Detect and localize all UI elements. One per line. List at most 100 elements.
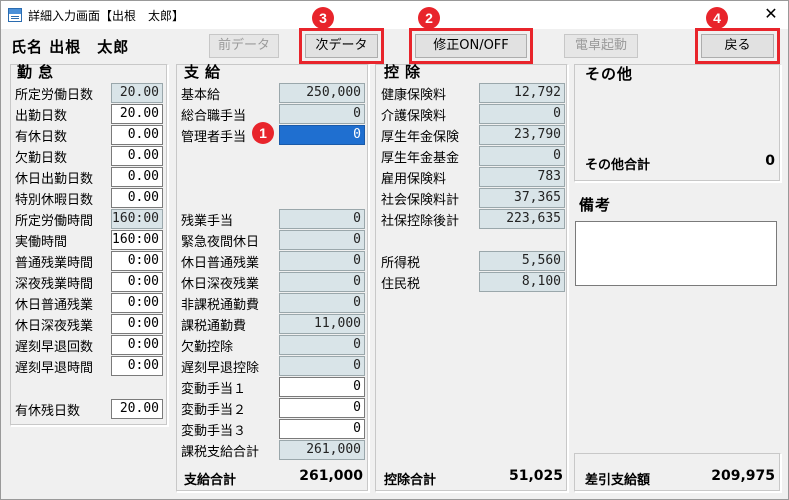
attendance-row-11: 休日深夜残業 0:00 xyxy=(15,314,165,334)
deduction-row-5: 社会保険料計 37,365 xyxy=(381,188,565,208)
attendance-row-0-label: 所定労働日数 xyxy=(15,88,94,103)
attendance-row-0-field[interactable]: 20.00 xyxy=(111,83,163,103)
close-button[interactable]: ✕ xyxy=(762,4,780,24)
attendance-row-6-field[interactable]: 160:00 xyxy=(111,209,163,229)
payment-bottom-row-0-label: 残業手当 xyxy=(181,214,234,229)
attendance-row-7-field[interactable]: 160:00 xyxy=(111,230,163,250)
net-pay-label: 差引支給額 xyxy=(585,473,651,488)
attendance-row-6: 所定労働時間 160:00 xyxy=(15,209,165,229)
deduction-row-2-field[interactable]: 23,790 xyxy=(479,125,565,145)
paid-leave-remaining-field[interactable]: 20.00 xyxy=(111,399,163,419)
attendance-row-5-field[interactable]: 0.00 xyxy=(111,188,163,208)
employee-name: 氏名 出根 太郎 xyxy=(11,38,130,56)
remarks-textarea[interactable] xyxy=(575,221,777,286)
attendance-row-9: 深夜残業時間 0:00 xyxy=(15,272,165,292)
attendance-row-4-field[interactable]: 0.00 xyxy=(111,167,163,187)
tax-row-1: 住民税 8,100 xyxy=(381,272,565,292)
payment-bottom-row-1-label: 緊急夜間休日 xyxy=(181,235,260,250)
deduction-row-4: 雇用保険料 783 xyxy=(381,167,565,187)
attendance-row-13: 遅刻早退時間 0:00 xyxy=(15,356,165,376)
other-total-label: その他合計 xyxy=(585,158,651,173)
payment-top-row-0-label: 基本給 xyxy=(181,88,221,103)
deduction-row-6-label: 社保控除後計 xyxy=(381,214,460,229)
payments-total-value: 261,000 xyxy=(299,468,363,484)
deduction-row-1-field[interactable]: 0 xyxy=(479,104,565,124)
deduction-row-4-field[interactable]: 783 xyxy=(479,167,565,187)
payment-bottom-row-6-field[interactable]: 0 xyxy=(279,335,365,355)
net-pay-value: 209,975 xyxy=(711,468,775,484)
payment-bottom-row-3-label: 休日深夜残業 xyxy=(181,277,260,292)
payment-top-row-1-field[interactable]: 0 xyxy=(279,104,365,124)
payment-bottom-row-3-field[interactable]: 0 xyxy=(279,272,365,292)
attendance-row-1-field[interactable]: 20.00 xyxy=(111,104,163,124)
deduction-row-0-field[interactable]: 12,792 xyxy=(479,83,565,103)
payment-bottom-row-9: 変動手当２ 0 xyxy=(181,398,365,418)
highlight-back xyxy=(695,28,780,64)
payment-bottom-row-4-field[interactable]: 0 xyxy=(279,293,365,313)
deduction-row-2-label: 厚生年金保険 xyxy=(381,130,460,145)
payment-bottom-row-11-field[interactable]: 261,000 xyxy=(279,440,365,460)
attendance-row-2-field[interactable]: 0.00 xyxy=(111,125,163,145)
tax-row-1-field[interactable]: 8,100 xyxy=(479,272,565,292)
remarks-title: 備考 xyxy=(579,196,612,214)
payment-bottom-row-0-field[interactable]: 0 xyxy=(279,209,365,229)
payment-bottom-row-11: 課税支給合計 261,000 xyxy=(181,440,365,460)
payment-bottom-row-7: 遅刻早退控除 0 xyxy=(181,356,365,376)
attendance-row-10: 休日普通残業 0:00 xyxy=(15,293,165,313)
attendance-row-3: 欠勤日数 0.00 xyxy=(15,146,165,166)
attendance-row-12-field[interactable]: 0:00 xyxy=(111,335,163,355)
deduction-row-1-label: 介護保険料 xyxy=(381,109,447,124)
other-total-value: 0 xyxy=(765,153,775,169)
title-bar: 詳細入力画面【出根 太郎】 ✕ xyxy=(1,1,788,29)
tax-row-0-field[interactable]: 5,560 xyxy=(479,251,565,271)
calculator-button[interactable]: 電卓起動 xyxy=(564,34,638,58)
payment-bottom-row-9-field[interactable]: 0 xyxy=(279,398,365,418)
deduction-row-3: 厚生年金基金 0 xyxy=(381,146,565,166)
detail-input-window: 詳細入力画面【出根 太郎】 ✕ 氏名 出根 太郎 前データ 次データ 修正ON/… xyxy=(0,0,789,500)
attendance-row-9-field[interactable]: 0:00 xyxy=(111,272,163,292)
payment-top-row-0: 基本給 250,000 xyxy=(181,83,365,103)
payment-bottom-row-2-field[interactable]: 0 xyxy=(279,251,365,271)
payment-bottom-row-10-field[interactable]: 0 xyxy=(279,419,365,439)
attendance-row-4-label: 休日出勤日数 xyxy=(15,172,94,187)
paid-leave-remaining-row: 有休残日数 20.00 xyxy=(15,399,165,419)
callout-badge-1: 1 xyxy=(252,122,274,144)
deduction-row-2: 厚生年金保険 23,790 xyxy=(381,125,565,145)
payment-bottom-row-5-label: 課税通勤費 xyxy=(181,319,247,334)
deduction-row-6-field[interactable]: 223,635 xyxy=(479,209,565,229)
deduction-row-6: 社保控除後計 223,635 xyxy=(381,209,565,229)
payment-bottom-row-8: 変動手当１ 0 xyxy=(181,377,365,397)
attendance-row-7-label: 実働時間 xyxy=(15,235,68,250)
tax-row-0-label: 所得税 xyxy=(381,256,421,271)
payment-bottom-row-1-field[interactable]: 0 xyxy=(279,230,365,250)
payment-top-row-2-label: 管理者手当 xyxy=(181,130,247,145)
attendance-row-8-field[interactable]: 0:00 xyxy=(111,251,163,271)
payments-total-label: 支給合計 xyxy=(184,473,237,488)
deduction-row-5-field[interactable]: 37,365 xyxy=(479,188,565,208)
deduction-row-1: 介護保険料 0 xyxy=(381,104,565,124)
attendance-row-3-field[interactable]: 0.00 xyxy=(111,146,163,166)
attendance-row-5-label: 特別休暇日数 xyxy=(15,193,94,208)
payment-bottom-row-7-field[interactable]: 0 xyxy=(279,356,365,376)
payment-bottom-row-11-label: 課税支給合計 xyxy=(181,445,260,460)
attendance-row-8: 普通残業時間 0:00 xyxy=(15,251,165,271)
deduction-row-3-field[interactable]: 0 xyxy=(479,146,565,166)
attendance-row-11-field[interactable]: 0:00 xyxy=(111,314,163,334)
payment-bottom-row-1: 緊急夜間休日 0 xyxy=(181,230,365,250)
attendance-row-13-field[interactable]: 0:00 xyxy=(111,356,163,376)
payment-top-row-2-field[interactable]: 0 xyxy=(279,125,365,145)
deduction-row-4-label: 雇用保険料 xyxy=(381,172,447,187)
payment-bottom-row-5-field[interactable]: 11,000 xyxy=(279,314,365,334)
payment-bottom-row-9-label: 変動手当２ xyxy=(181,403,247,418)
attendance-row-10-field[interactable]: 0:00 xyxy=(111,293,163,313)
payment-bottom-row-7-label: 遅刻早退控除 xyxy=(181,361,260,376)
attendance-row-8-label: 普通残業時間 xyxy=(15,256,94,271)
prev-data-button[interactable]: 前データ xyxy=(209,34,279,58)
callout-badge-2: 2 xyxy=(418,7,440,29)
attendance-row-13-label: 遅刻早退時間 xyxy=(15,361,94,376)
payment-bottom-row-8-field[interactable]: 0 xyxy=(279,377,365,397)
window-title: 詳細入力画面【出根 太郎】 xyxy=(28,9,185,23)
attendance-row-3-label: 欠勤日数 xyxy=(15,151,68,166)
payment-top-row-0-field[interactable]: 250,000 xyxy=(279,83,365,103)
payments-title: 支給 xyxy=(184,63,227,81)
